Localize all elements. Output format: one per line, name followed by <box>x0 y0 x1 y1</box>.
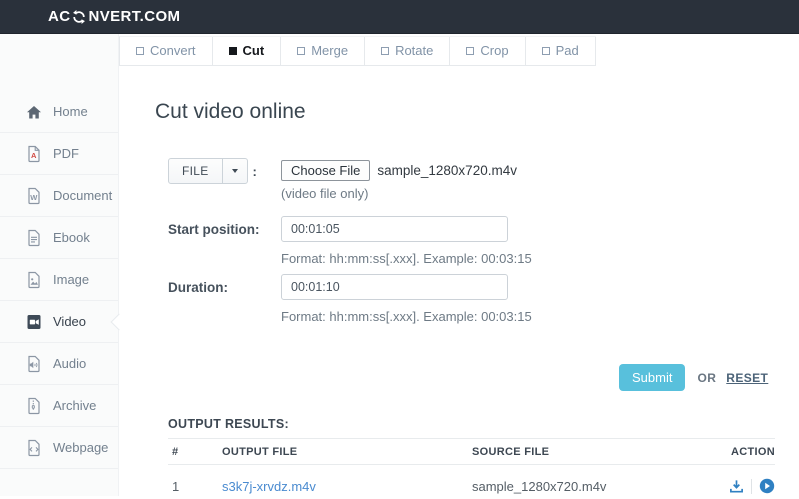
tab-merge[interactable]: Merge <box>281 37 365 66</box>
image-file-icon <box>24 270 44 290</box>
chevron-down-icon <box>232 169 238 173</box>
webpage-file-icon <box>24 438 44 458</box>
word-document-icon: W <box>24 186 44 206</box>
tab-crop[interactable]: Crop <box>450 37 525 66</box>
source-file-name: sample_1280x720.m4v <box>472 479 722 494</box>
square-icon <box>466 47 474 55</box>
selected-filename: sample_1280x720.m4v <box>377 163 517 178</box>
sidebar-item-webpage[interactable]: Webpage <box>0 427 118 469</box>
sidebar: Home A PDF W Document Ebook <box>0 34 119 496</box>
sidebar-item-label: Archive <box>53 398 96 413</box>
convert-arrows-icon <box>70 9 88 25</box>
file-source-dropdown[interactable]: FILE <box>168 158 248 184</box>
aconvert-logo[interactable]: AC NVERT.COM <box>48 8 180 25</box>
action-separator <box>751 479 752 494</box>
video-file-icon <box>24 312 44 332</box>
column-header-source-file: SOURCE FILE <box>472 446 722 458</box>
sidebar-item-label: Home <box>53 104 88 119</box>
duration-input[interactable] <box>281 274 508 300</box>
tab-label: Rotate <box>395 43 433 58</box>
start-position-label: Start position: <box>168 222 260 237</box>
tool-tabs: Convert Cut Merge Rotate Crop Pad <box>119 36 596 66</box>
start-position-input[interactable] <box>281 216 508 242</box>
sidebar-item-video[interactable]: Video <box>0 301 118 343</box>
results-table-header: # OUTPUT FILE SOURCE FILE ACTION <box>168 438 775 465</box>
square-icon <box>297 47 305 55</box>
square-icon <box>542 47 550 55</box>
square-icon <box>229 47 237 55</box>
file-colon: : <box>253 164 257 179</box>
sidebar-item-label: Video <box>53 314 86 329</box>
table-row: 1 s3k7j-xrvdz.m4v sample_1280x720.m4v <box>168 465 775 499</box>
play-icon[interactable] <box>759 478 775 494</box>
logo-text-prefix: AC <box>48 8 70 25</box>
sidebar-item-audio[interactable]: Audio <box>0 343 118 385</box>
column-header-action: ACTION <box>722 446 775 458</box>
sidebar-item-label: PDF <box>53 146 79 161</box>
sidebar-item-ebook[interactable]: Ebook <box>0 217 118 259</box>
reset-link[interactable]: RESET <box>726 371 768 385</box>
tab-rotate[interactable]: Rotate <box>365 37 450 66</box>
results-table: # OUTPUT FILE SOURCE FILE ACTION 1 s3k7j… <box>168 438 775 499</box>
home-icon <box>24 102 44 122</box>
file-type-hint: (video file only) <box>281 186 368 201</box>
dropdown-caret-button[interactable] <box>222 159 247 183</box>
archive-file-icon <box>24 396 44 416</box>
sidebar-item-label: Audio <box>53 356 86 371</box>
sidebar-item-home[interactable]: Home <box>0 91 118 133</box>
or-separator: OR <box>697 371 716 385</box>
pdf-file-icon: A <box>24 144 44 164</box>
square-icon <box>136 47 144 55</box>
tab-label: Pad <box>556 43 579 58</box>
row-number: 1 <box>168 479 222 494</box>
sidebar-item-label: Image <box>53 272 89 287</box>
file-source-label: FILE <box>169 159 222 183</box>
svg-text:W: W <box>30 193 38 202</box>
output-results-title: OUTPUT RESULTS: <box>168 417 289 431</box>
column-header-num: # <box>168 446 222 458</box>
tab-label: Convert <box>150 43 196 58</box>
tab-label: Crop <box>480 43 508 58</box>
sidebar-item-label: Webpage <box>53 440 108 455</box>
page-title: Cut video online <box>155 100 306 124</box>
tab-convert[interactable]: Convert <box>120 37 213 66</box>
tab-cut[interactable]: Cut <box>213 37 282 66</box>
sidebar-item-pdf[interactable]: A PDF <box>0 133 118 175</box>
duration-label: Duration: <box>168 280 228 295</box>
choose-file-button[interactable]: Choose File <box>281 160 370 181</box>
sidebar-item-document[interactable]: W Document <box>0 175 118 217</box>
tab-label: Merge <box>311 43 348 58</box>
sidebar-item-image[interactable]: Image <box>0 259 118 301</box>
column-header-output-file: OUTPUT FILE <box>222 446 472 458</box>
ebook-icon <box>24 228 44 248</box>
sidebar-item-label: Document <box>53 188 112 203</box>
top-header-bar: AC NVERT.COM <box>0 0 799 34</box>
svg-text:A: A <box>31 151 37 160</box>
download-icon[interactable] <box>729 479 744 494</box>
start-position-format-hint: Format: hh:mm:ss[.xxx]. Example: 00:03:1… <box>281 251 532 266</box>
logo-text-suffix: NVERT.COM <box>88 8 180 25</box>
tab-pad[interactable]: Pad <box>526 37 596 66</box>
sidebar-item-label: Ebook <box>53 230 90 245</box>
submit-button[interactable]: Submit <box>619 364 685 391</box>
audio-file-icon <box>24 354 44 374</box>
output-file-link[interactable]: s3k7j-xrvdz.m4v <box>222 479 316 494</box>
sidebar-item-archive[interactable]: Archive <box>0 385 118 427</box>
square-icon <box>381 47 389 55</box>
tab-label: Cut <box>243 43 265 58</box>
duration-format-hint: Format: hh:mm:ss[.xxx]. Example: 00:03:1… <box>281 309 532 324</box>
